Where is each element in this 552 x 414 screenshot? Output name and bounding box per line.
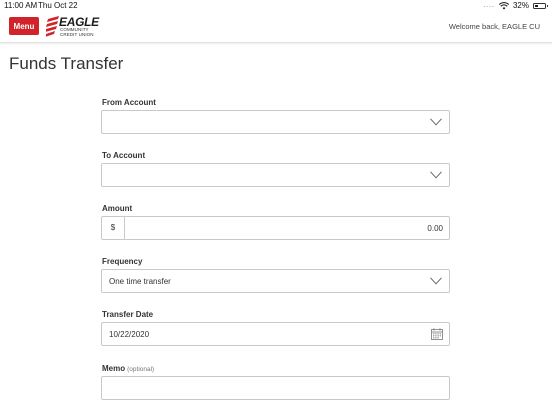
chevron-down-icon <box>430 171 442 179</box>
from-account-select[interactable] <box>101 110 450 134</box>
to-account-select[interactable] <box>101 163 450 187</box>
logo-line-credit-union: CREDIT UNION <box>60 31 94 37</box>
status-bar: 11:00 AM Thu Oct 22 .... 32% <box>0 0 552 12</box>
memo-label: Memo (optional) <box>102 364 154 373</box>
signal-icon: .... <box>483 2 495 9</box>
amount-value: 0.00 <box>427 224 443 233</box>
to-account-label: To Account <box>102 151 146 160</box>
memo-input[interactable] <box>101 376 450 400</box>
page-title: Funds Transfer <box>9 54 124 73</box>
frequency-select[interactable]: One time transfer <box>101 269 450 293</box>
status-time: 11:00 AM <box>4 1 38 10</box>
transfer-date-input[interactable]: 10/22/2020 <box>101 322 450 346</box>
eagle-logo-icon <box>46 16 59 37</box>
battery-percent: 32% <box>512 1 529 10</box>
chevron-down-icon <box>430 118 442 126</box>
amount-input[interactable]: $ 0.00 <box>101 216 450 240</box>
calendar-icon[interactable] <box>431 328 443 340</box>
welcome-message: Welcome back, EAGLE CU <box>448 22 540 31</box>
currency-prefix: $ <box>102 217 125 239</box>
battery-fill <box>535 4 538 7</box>
wifi-icon <box>498 1 509 9</box>
memo-label-text: Memo <box>102 364 126 373</box>
from-account-label: From Account <box>102 98 156 107</box>
transfer-date-value: 10/22/2020 <box>109 330 150 339</box>
app-header: Menu EAGLE COMMUNITY CREDIT UNION Welcom… <box>0 12 552 43</box>
eagle-logo[interactable]: EAGLE COMMUNITY CREDIT UNION <box>46 15 100 39</box>
amount-label: Amount <box>102 204 133 213</box>
status-date: Thu Oct 22 <box>38 1 78 10</box>
menu-button[interactable]: Menu <box>9 17 39 35</box>
frequency-label: Frequency <box>102 257 143 266</box>
frequency-value: One time transfer <box>109 277 171 286</box>
status-right: .... 32% <box>483 1 548 10</box>
battery-icon <box>533 2 548 9</box>
chevron-down-icon <box>430 277 442 285</box>
memo-optional-hint: (optional) <box>127 366 155 373</box>
transfer-date-label: Transfer Date <box>102 310 154 319</box>
